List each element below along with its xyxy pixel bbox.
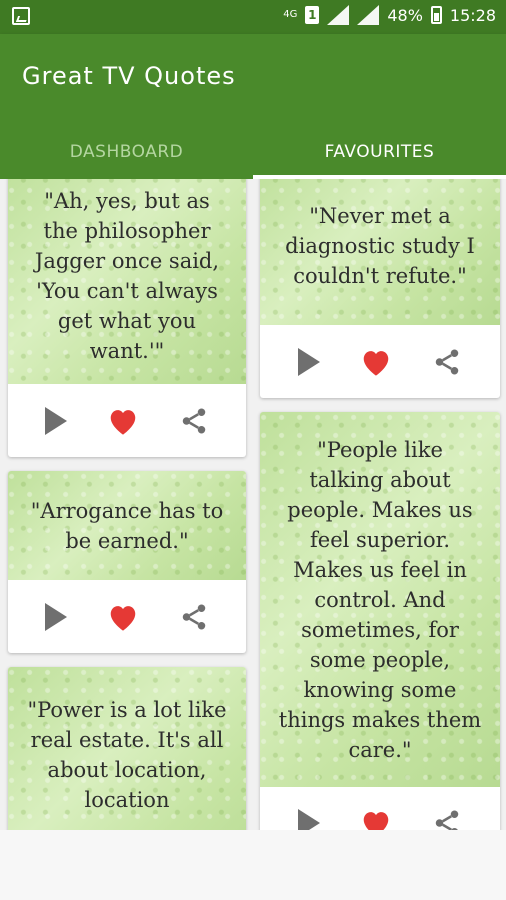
quote-card: "Arrogance has to be earned." <box>8 471 246 653</box>
play-icon[interactable] <box>45 603 68 631</box>
gallery-icon <box>12 7 30 25</box>
status-right: 4G 1 48% 15:28 <box>283 5 496 25</box>
quote-card: "Ah, yes, but as the philosopher Jagger … <box>8 179 246 457</box>
battery-icon <box>430 6 442 24</box>
play-icon[interactable] <box>45 407 68 435</box>
quote-card: "Power is a lot like real estate. It's a… <box>8 667 246 830</box>
quote-card: "People like talking about people. Makes… <box>260 412 500 830</box>
app-title: Great TV Quotes <box>22 62 236 90</box>
share-icon[interactable] <box>432 347 462 377</box>
card-actions <box>260 787 500 830</box>
share-icon[interactable] <box>432 808 462 830</box>
card-actions <box>8 581 246 653</box>
quote-text: "Power is a lot like real estate. It's a… <box>8 667 246 830</box>
card-actions <box>260 326 500 398</box>
status-bar: 4G 1 48% 15:28 <box>0 0 506 34</box>
heart-icon[interactable] <box>106 406 140 436</box>
heart-icon[interactable] <box>359 347 393 377</box>
card-actions <box>8 385 246 457</box>
signal-icon <box>327 5 350 25</box>
battery-percent: 48% <box>387 5 423 25</box>
quote-text: "Never met a diagnostic study I couldn't… <box>260 179 500 325</box>
quote-text: "Ah, yes, but as the philosopher Jagger … <box>8 179 246 384</box>
share-icon[interactable] <box>179 406 209 436</box>
network-type: 4G <box>283 9 298 20</box>
bottom-area <box>0 830 506 900</box>
share-icon[interactable] <box>179 602 209 632</box>
tab-dashboard[interactable]: DASHBOARD <box>0 125 253 179</box>
heart-icon[interactable] <box>106 602 140 632</box>
play-icon[interactable] <box>297 348 320 376</box>
tab-favourites[interactable]: FAVOURITES <box>253 125 506 179</box>
play-icon[interactable] <box>297 809 320 830</box>
sim-indicator: 1 <box>305 6 320 24</box>
clock: 15:28 <box>449 5 496 25</box>
app-bar: Great TV Quotes DASHBOARD FAVOURITES <box>0 34 506 179</box>
signal-icon-2 <box>357 5 380 25</box>
favourites-list[interactable]: "Ah, yes, but as the philosopher Jagger … <box>0 179 506 830</box>
quote-card: "Never met a diagnostic study I couldn't… <box>260 179 500 398</box>
quote-text: "People like talking about people. Makes… <box>260 412 500 787</box>
heart-icon[interactable] <box>359 808 393 830</box>
quote-text: "Arrogance has to be earned." <box>8 471 246 580</box>
tab-bar: DASHBOARD FAVOURITES <box>0 125 506 179</box>
